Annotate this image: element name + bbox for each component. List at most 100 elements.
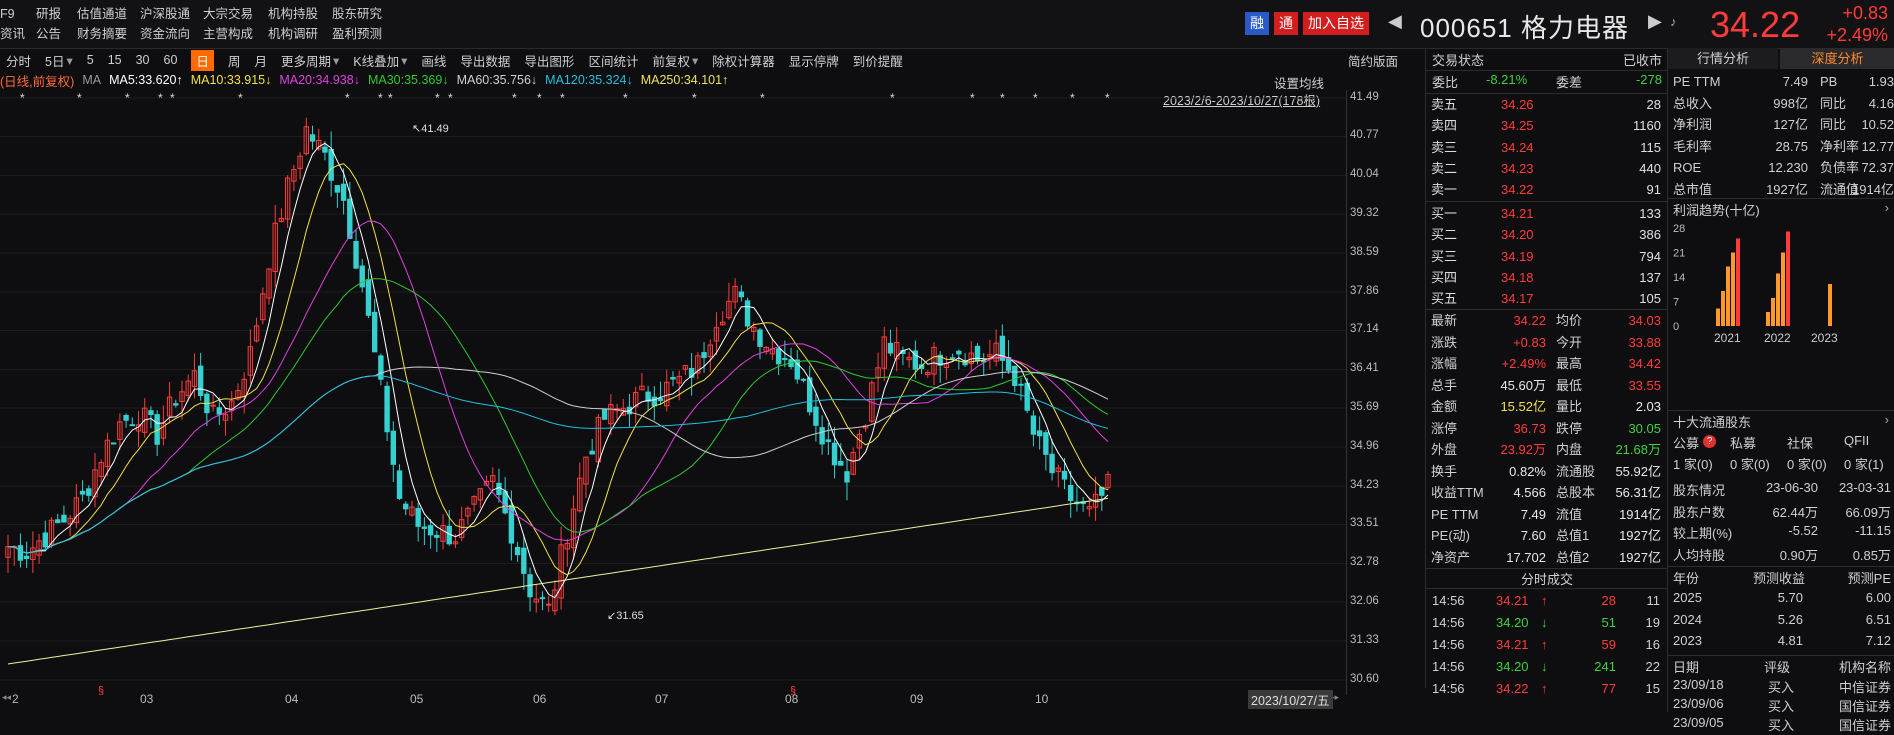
- y-tick-label: 39.32: [1350, 206, 1379, 219]
- range-stats-button[interactable]: 区间统计: [588, 51, 638, 70]
- quote-label: 内盘: [1556, 442, 1583, 457]
- fin-label: 总收入: [1673, 95, 1713, 111]
- chevron-down-icon[interactable]: ▾: [401, 53, 407, 68]
- chevron-right-icon[interactable]: ›: [1885, 412, 1889, 427]
- fin-label: ROE: [1673, 160, 1702, 175]
- price-alert[interactable]: 到价提醒: [853, 51, 903, 70]
- help-icon[interactable]: ?: [1703, 435, 1716, 448]
- period-5day[interactable]: 5日: [45, 51, 64, 70]
- kline-overlay[interactable]: K线叠加: [353, 51, 399, 70]
- period-30min[interactable]: 30: [136, 53, 150, 67]
- nav-blocktrade[interactable]: 大宗交易: [203, 4, 253, 24]
- quote-label: 总值1: [1556, 528, 1590, 543]
- margin-badge[interactable]: 融: [1245, 12, 1269, 35]
- nav-valuation[interactable]: 估值通道: [77, 4, 127, 24]
- sell-level-row[interactable]: 卖一 34.22 91: [1426, 179, 1666, 200]
- nav-announcement[interactable]: 公告: [36, 24, 61, 44]
- sell-level-row[interactable]: 卖三 34.24 115: [1426, 137, 1666, 158]
- tab-market-analysis[interactable]: 行情分析: [1668, 48, 1778, 69]
- nav-inst-holding[interactable]: 机构持股: [268, 4, 318, 24]
- rating-row[interactable]: 23/09/05 买入 国信证券: [1668, 715, 1894, 735]
- nav-inst-survey[interactable]: 机构调研: [268, 24, 318, 44]
- fin-row: 毛利率 28.75 净利率 12.77: [1668, 136, 1894, 157]
- prev-stock-icon[interactable]: ◀: [1388, 11, 1402, 32]
- rating-row[interactable]: 23/09/06 买入 国信证券: [1668, 696, 1894, 716]
- level-label: 买二: [1431, 227, 1458, 243]
- buy-level-row[interactable]: 买四 34.18 137: [1426, 267, 1666, 288]
- period-week[interactable]: 周: [228, 51, 241, 70]
- chevron-down-icon[interactable]: ▾: [333, 53, 339, 68]
- nav-profit-forecast[interactable]: 盈利预测: [332, 24, 382, 44]
- holder-count: 0 家(0): [1787, 457, 1827, 472]
- stock-name: 格力电器: [1521, 13, 1630, 43]
- ma10-value: MA10:33.915↓: [190, 73, 272, 87]
- sell-level-row[interactable]: 卖四 34.25 1160: [1426, 115, 1666, 136]
- period-day[interactable]: 日: [191, 49, 214, 71]
- export-chart-button[interactable]: 导出图形: [524, 51, 574, 70]
- buy-level-row[interactable]: 买一 34.21 133: [1426, 203, 1666, 224]
- nav-hsgt[interactable]: 沪深股通: [140, 4, 190, 24]
- quote-row: PE TTM 7.49 流值 1914亿: [1426, 504, 1666, 525]
- period-60min[interactable]: 60: [164, 53, 178, 67]
- adjust-forward[interactable]: 前复权: [652, 51, 690, 70]
- next-stock-icon[interactable]: ▶: [1648, 11, 1662, 32]
- nav-f9[interactable]: F9: [0, 4, 25, 24]
- kline-chart[interactable]: * * * * * * * * * * * * * * * * * * * * * * *§ §: [0, 90, 1415, 695]
- nav-col-1[interactable]: F9 资讯: [0, 4, 25, 44]
- rating-row[interactable]: 23/09/18 买入 中信证券: [1668, 677, 1894, 697]
- nav-fundflow[interactable]: 资金流向: [140, 24, 190, 44]
- nav-col-6[interactable]: 机构持股 机构调研: [268, 4, 318, 44]
- event-marker-icon: *: [435, 91, 440, 105]
- add-watchlist-button[interactable]: 加入自选: [1303, 12, 1369, 35]
- profit-trend-title: 利润趋势(十亿): [1673, 203, 1760, 218]
- chevron-right-icon[interactable]: ›: [1885, 200, 1889, 215]
- profit-bar: [1828, 284, 1832, 326]
- min-price-label: ↙31.65: [607, 610, 644, 622]
- level-volume: 137: [1639, 269, 1661, 285]
- buy-level-row[interactable]: 买五 34.17 105: [1426, 288, 1666, 309]
- ratings-header: 日期 评级 机构名称: [1668, 657, 1894, 678]
- tab-deep-analysis[interactable]: 深度分析: [1780, 48, 1894, 69]
- nav-col-7[interactable]: 股东研究 盈利预测: [332, 4, 382, 44]
- rating-value: 买入: [1768, 680, 1795, 695]
- weibi-value: -8.21%: [1486, 72, 1528, 87]
- chevron-down-icon[interactable]: ▾: [66, 53, 72, 68]
- quote-label: 涨跌: [1431, 334, 1458, 350]
- quote-label: 最高: [1556, 356, 1583, 371]
- nav-news[interactable]: 资讯: [0, 24, 25, 44]
- period-5min[interactable]: 5: [87, 53, 94, 67]
- scroll-left-icon[interactable]: ◂◂: [2, 692, 11, 703]
- x-tick-label: 08: [785, 692, 799, 706]
- export-data-button[interactable]: 导出数据: [460, 51, 510, 70]
- nav-col-4[interactable]: 沪深股通 资金流向: [140, 4, 190, 44]
- nav-col-5[interactable]: 大宗交易 主营构成: [203, 4, 253, 44]
- chevron-down-icon[interactable]: ▾: [692, 53, 698, 68]
- event-marker-icon: *: [1033, 91, 1038, 105]
- more-periods[interactable]: 更多周期: [281, 51, 331, 70]
- simple-layout-button[interactable]: 简约版面: [1348, 51, 1398, 70]
- nav-holder-research[interactable]: 股东研究: [332, 4, 382, 24]
- sell-level-row[interactable]: 卖二 34.23 440: [1426, 158, 1666, 179]
- period-month[interactable]: 月: [254, 51, 267, 70]
- sell-level-row[interactable]: 卖五 34.26 28: [1426, 94, 1666, 115]
- buy-level-row[interactable]: 买二 34.20 386: [1426, 224, 1666, 245]
- period-15min[interactable]: 15: [108, 53, 122, 67]
- profit-year-label: 2022: [1764, 331, 1791, 345]
- connect-badge[interactable]: 通: [1274, 12, 1298, 35]
- quote-label: 流值: [1556, 506, 1583, 522]
- candle-body: [1012, 365, 1018, 387]
- exright-calculator[interactable]: 除权计算器: [712, 51, 775, 70]
- bell-icon[interactable]: ♪: [1670, 14, 1677, 29]
- show-suspension[interactable]: 显示停牌: [789, 51, 839, 70]
- period-intraday[interactable]: 分时: [6, 51, 31, 70]
- candle-body: [956, 350, 962, 355]
- nav-col-2[interactable]: 研报 公告: [36, 4, 61, 44]
- nav-financial[interactable]: 财务摘要: [77, 24, 127, 44]
- nav-col-3[interactable]: 估值通道 财务摘要: [77, 4, 127, 44]
- nav-business[interactable]: 主营构成: [203, 24, 253, 44]
- level-price: 34.23: [1501, 160, 1534, 176]
- nav-research[interactable]: 研报: [36, 4, 61, 24]
- buy-level-row[interactable]: 买三 34.19 794: [1426, 246, 1666, 267]
- draw-line-button[interactable]: 画线: [421, 51, 446, 70]
- quote-label: 跌停: [1556, 420, 1583, 436]
